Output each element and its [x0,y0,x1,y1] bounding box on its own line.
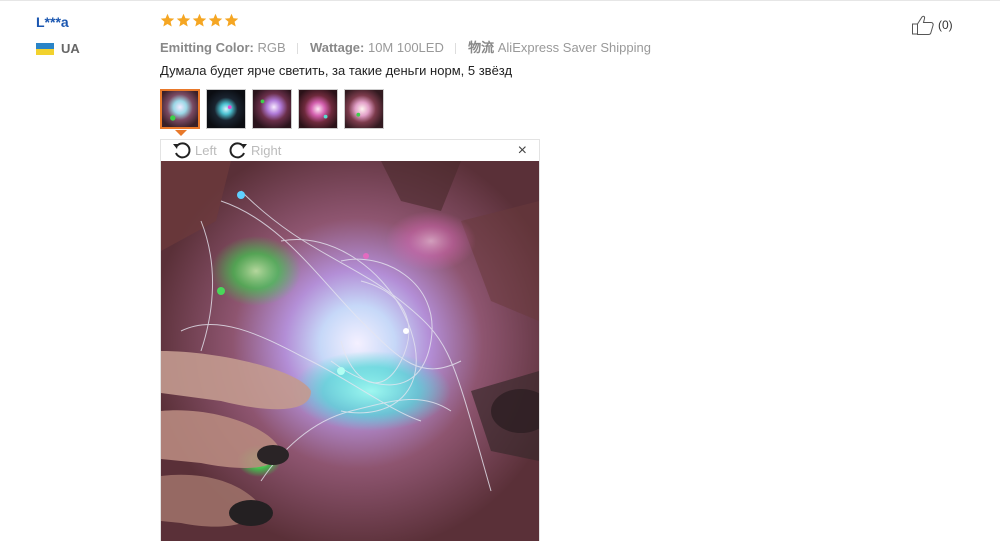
star-icon [224,13,239,27]
star-icon [160,13,175,27]
photo-viewer: Left Right × [160,139,540,541]
review-text: Думала будет ярче светить, за такие день… [160,63,513,78]
review-photo-large [161,161,539,541]
star-icon [192,13,207,27]
review-photo-thumbnails [160,89,384,129]
ukraine-flag-icon [36,42,54,55]
rotate-left-button[interactable]: Left [171,140,217,160]
rotate-left-icon [173,142,191,159]
helpful-button[interactable]: (0) [911,14,953,36]
attr-divider [297,43,299,55]
thumbs-up-icon [912,15,934,35]
attr-key-color: Emitting Color: [160,40,254,55]
review-photo-thumbnail[interactable] [252,89,292,129]
top-divider [0,0,1000,1]
attr-divider [455,43,457,55]
star-icon [176,13,191,27]
active-thumbnail-pointer [175,130,187,136]
photo-viewer-toolbar: Left Right × [161,140,539,161]
close-icon: × [517,142,527,159]
rotate-right-icon [229,142,247,159]
star-icon [208,13,223,27]
rotate-right-label: Right [251,142,282,158]
close-viewer-button[interactable]: × [518,142,527,160]
review-photo-thumbnail[interactable] [160,89,200,129]
review-photo-thumbnail[interactable] [344,89,384,129]
rotate-left-label: Left [195,142,217,158]
reviewer-name[interactable]: L***a [36,14,69,30]
helpful-count: (0) [938,18,953,32]
attr-key-shipping: 物流 [468,40,495,55]
attr-value-color: RGB [257,40,286,55]
country-code: UA [61,41,80,56]
attr-key-wattage: Wattage: [309,40,365,55]
review-photo-thumbnail[interactable] [298,89,338,129]
reviewer-country: UA [36,41,80,56]
review-photo-thumbnail[interactable] [206,89,246,129]
attr-value-wattage: 10M 100LED [367,40,444,55]
star-rating [160,13,239,28]
attr-value-shipping: AliExpress Saver Shipping [497,40,651,55]
product-attributes: Emitting Color: RGB Wattage: 10M 100LED … [160,37,651,56]
rotate-right-button[interactable]: Right [227,140,281,160]
